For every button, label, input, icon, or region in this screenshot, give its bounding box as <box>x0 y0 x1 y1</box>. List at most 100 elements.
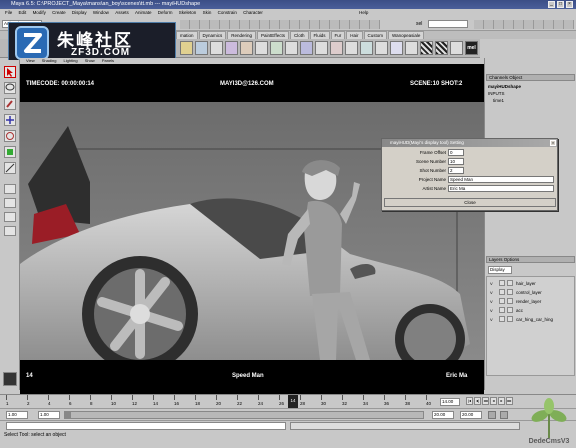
panel-toggle-icons[interactable] <box>474 20 574 29</box>
channel-box-header[interactable]: Channels Object <box>486 74 575 81</box>
start-time-field[interactable]: 1.00 <box>6 411 28 419</box>
shelf-tool-icon[interactable] <box>360 41 373 55</box>
shelf-tool-icon[interactable] <box>450 41 463 55</box>
panel-menu-panels[interactable]: Panels <box>102 58 114 63</box>
shelf-tool-icon[interactable] <box>330 41 343 55</box>
shelf-tab-fur[interactable]: Fur <box>330 31 346 39</box>
channel-input-item[interactable]: time1 <box>493 98 504 103</box>
layer-row[interactable]: Vrender_layer <box>490 297 575 306</box>
layer-mode-dropdown[interactable]: Display <box>488 266 512 274</box>
current-frame-field[interactable]: 14.00 <box>440 398 460 406</box>
shelf-tool-icon[interactable] <box>405 41 418 55</box>
shelf-tool-icon[interactable] <box>225 41 238 55</box>
range-start-handle[interactable] <box>65 412 71 418</box>
layer-row[interactable]: Vcar_hing_car_hing <box>490 315 575 324</box>
scale-tool-icon[interactable] <box>4 146 16 158</box>
shot-number-field[interactable]: 2 <box>448 167 464 174</box>
menu-skeleton[interactable]: Skeleton <box>179 10 197 15</box>
shelf-tab-fluids[interactable]: Fluids <box>309 31 330 39</box>
time-slider[interactable]: 1 2 4 6 8 10 12 14 16 18 20 22 24 26 28 30 32 34 36 38 40 14… <box>0 394 576 408</box>
layout-four-icon[interactable] <box>4 198 16 208</box>
shelf-tab-animation[interactable]: mation <box>176 31 198 39</box>
play-forward-icon[interactable]: ▸ <box>498 397 505 405</box>
layout-outliner-icon[interactable] <box>4 226 16 236</box>
close-button[interactable]: × <box>566 1 573 8</box>
shelf-tool-icon[interactable] <box>390 41 403 55</box>
menu-edit[interactable]: Edit <box>19 10 27 15</box>
shelf-tool-icon[interactable] <box>195 41 208 55</box>
shelf-tab-custom[interactable]: Custom <box>363 31 388 39</box>
scene-number-field[interactable]: 10 <box>448 158 464 165</box>
frame-offset-field[interactable]: 0 <box>448 149 464 156</box>
prev-key-icon[interactable]: ◂◂ <box>482 397 489 405</box>
panel-menu-show[interactable]: Show <box>85 58 95 63</box>
layer-row[interactable]: Vcontrol_layer <box>490 288 575 297</box>
minimize-button[interactable]: _ <box>548 1 555 8</box>
status-line-icons[interactable] <box>180 20 380 29</box>
layout-split-icon[interactable] <box>4 212 16 222</box>
checker-icon[interactable] <box>435 41 448 55</box>
layer-row[interactable]: Vhair_layer <box>490 279 575 288</box>
menu-deform[interactable]: Deform <box>158 10 173 15</box>
maximize-button[interactable]: □ <box>557 1 564 8</box>
layers-header[interactable]: Layers Options <box>486 256 575 263</box>
range-bar[interactable] <box>64 411 424 419</box>
rotate-tool-icon[interactable] <box>4 130 16 142</box>
shelf-tool-icon[interactable] <box>375 41 388 55</box>
menu-help[interactable]: Help <box>359 10 368 15</box>
quick-select-field[interactable] <box>428 20 468 28</box>
end-time-field[interactable]: 20.00 <box>460 411 482 419</box>
menu-file[interactable]: File <box>5 10 12 15</box>
mel-script-icon[interactable]: mel <box>465 41 478 55</box>
shelf-tool-icon[interactable] <box>240 41 253 55</box>
play-backward-icon[interactable]: ◂ <box>490 397 497 405</box>
menu-modify[interactable]: Modify <box>33 10 46 15</box>
project-name-field[interactable]: Speed Man <box>448 176 554 183</box>
paint-effects-icon[interactable] <box>3 372 17 386</box>
panel-menu-view[interactable]: View <box>26 58 35 63</box>
menu-skin[interactable]: Skin <box>203 10 212 15</box>
menu-window[interactable]: Window <box>93 10 109 15</box>
playback-start-field[interactable]: 1.00 <box>38 411 60 419</box>
next-key-icon[interactable]: ▸▸ <box>506 397 513 405</box>
panel-menu-shading[interactable]: Shading <box>42 58 57 63</box>
artist-name-field[interactable]: Eric Ma <box>448 185 554 192</box>
shelf-tool-icon[interactable] <box>180 41 193 55</box>
layer-row[interactable]: Vacc <box>490 306 575 315</box>
shelf-tool-icon[interactable] <box>210 41 223 55</box>
dialog-close-button[interactable]: Close <box>384 198 556 207</box>
perspective-viewport[interactable]: TIMECODE: 00:00:00:14 MAYI3D@126.COM SCE… <box>20 64 484 394</box>
auto-key-icon[interactable] <box>500 411 508 419</box>
menu-constrain[interactable]: Constrain <box>218 10 237 15</box>
shelf-tool-icon[interactable] <box>270 41 283 55</box>
go-to-start-icon[interactable]: |◂ <box>466 397 473 405</box>
lasso-tool-icon[interactable] <box>4 82 16 94</box>
menu-character[interactable]: Character <box>243 10 263 15</box>
shelf-tab-painteffects[interactable]: PaintEffects <box>257 31 289 39</box>
checker-icon[interactable] <box>420 41 433 55</box>
mel-command-input[interactable] <box>6 422 286 430</box>
select-tool-icon[interactable] <box>4 66 16 78</box>
shelf-tab-dynamics[interactable]: Dynamics <box>198 31 227 39</box>
step-back-icon[interactable]: ◂| <box>474 397 481 405</box>
shelf-tool-icon[interactable] <box>285 41 298 55</box>
shelf-tool-icon[interactable] <box>255 41 268 55</box>
shelf-tab-cloth[interactable]: Cloth <box>289 31 309 39</box>
paint-select-icon[interactable] <box>4 98 16 110</box>
layout-single-icon[interactable] <box>4 184 16 194</box>
playback-end-field[interactable]: 20.00 <box>432 411 454 419</box>
dialog-title[interactable]: mayiHUD(Mayi's display tool) Setting <box>382 139 557 147</box>
manipulator-tool-icon[interactable] <box>4 162 16 174</box>
shelf-tool-icon[interactable] <box>345 41 358 55</box>
dialog-close-icon[interactable]: × <box>550 140 556 146</box>
current-frame-marker[interactable]: 14 <box>288 395 298 408</box>
menu-assets[interactable]: Assets <box>115 10 129 15</box>
character-set-icon[interactable] <box>488 411 496 419</box>
shelf-tab-extra[interactable]: Wanopeasiale <box>388 31 425 39</box>
shelf-tab-rendering[interactable]: Rendering <box>227 31 257 39</box>
shelf-tab-hair[interactable]: Hair <box>346 31 363 39</box>
menu-animate[interactable]: Animate <box>135 10 152 15</box>
shelf-tool-icon[interactable] <box>315 41 328 55</box>
panel-menu-lighting[interactable]: Lighting <box>64 58 78 63</box>
move-tool-icon[interactable] <box>4 114 16 126</box>
